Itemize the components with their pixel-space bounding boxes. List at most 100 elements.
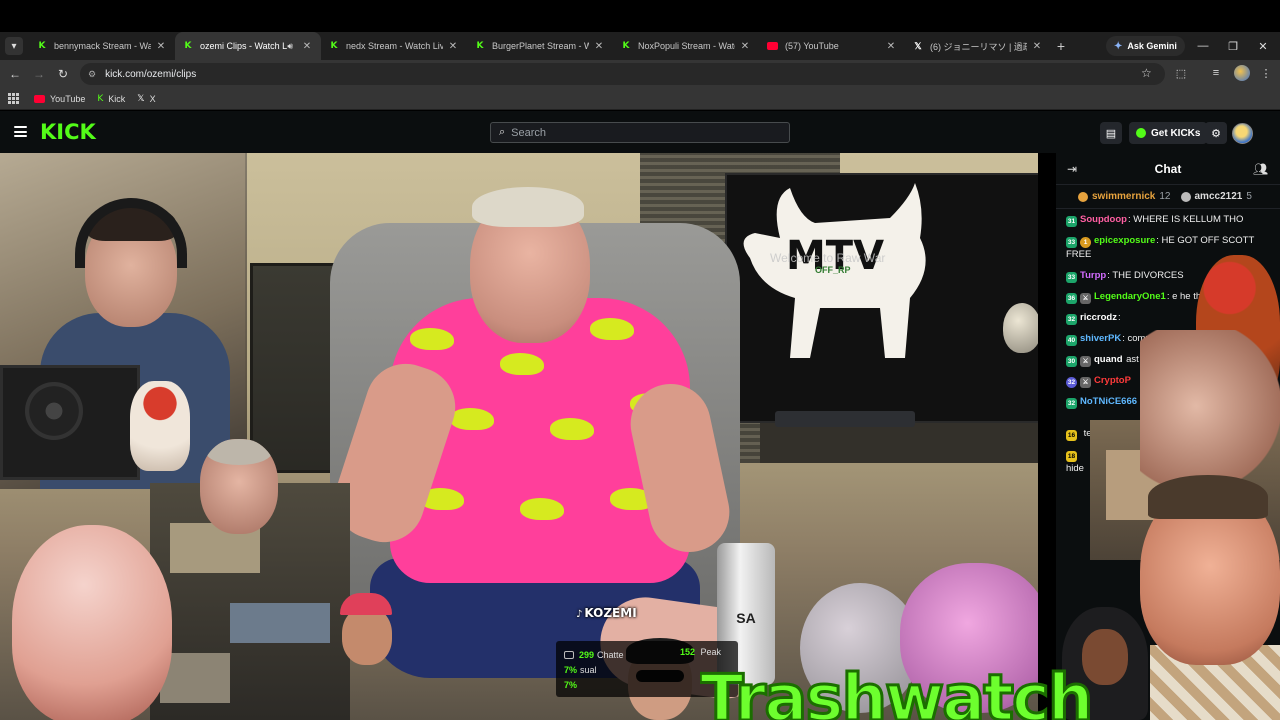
browse-layout-icon[interactable]: ▤ <box>1100 122 1122 144</box>
close-tab-icon[interactable]: ✕ <box>301 41 313 52</box>
kick-logo[interactable]: KICK <box>40 120 96 144</box>
chat-username[interactable]: NoTNiCE666 <box>1080 396 1137 407</box>
maximize-icon[interactable]: ❐ <box>1218 32 1248 60</box>
bookmark-youtube[interactable]: YouTube <box>34 94 85 104</box>
bald-man-overlay <box>12 525 172 720</box>
chat-title: Chat <box>1154 161 1182 176</box>
tab-ozemi-clips[interactable]: K ozemi Clips - Watch Live 🔊︎ ✕ <box>175 32 321 60</box>
user-avatar[interactable] <box>1232 123 1253 144</box>
kick-favicon-icon: K <box>476 41 484 51</box>
kick-favicon-icon: K <box>97 93 104 104</box>
bookmark-x[interactable]: 𝕏 X <box>137 93 155 104</box>
chat-username[interactable]: Turpp <box>1080 270 1106 281</box>
bookmark-label: X <box>149 93 156 104</box>
chat-bubble-icon <box>564 650 574 659</box>
leaderboard-count: 5 <box>1246 191 1252 202</box>
moderator-badge-icon: ⚔ <box>1080 293 1091 304</box>
close-tab-icon[interactable]: ✕ <box>155 41 167 52</box>
close-tab-icon[interactable]: ✕ <box>447 41 459 52</box>
chat-username[interactable]: riccrodz <box>1080 312 1117 323</box>
headphones-icon <box>75 198 187 268</box>
close-tab-icon[interactable]: ✕ <box>593 41 605 52</box>
peak-value: 152 <box>680 647 696 657</box>
old-man-overlay <box>200 439 278 534</box>
chat-username[interactable]: Soupdoop <box>1080 214 1127 225</box>
get-kicks-button[interactable]: Get KICKs <box>1129 122 1208 144</box>
close-tab-icon[interactable]: ✕ <box>885 41 897 52</box>
chat-username[interactable]: epicexposure <box>1094 235 1155 246</box>
address-bar[interactable]: ⚙ kick.com/ozemi/clips <box>80 63 1165 85</box>
reload-icon[interactable]: ↻ <box>51 67 75 81</box>
ask-gemini-button[interactable]: ✦ Ask Gemini <box>1106 36 1185 56</box>
video-player[interactable]: MTV Welcome to Raw War OFF_RP SA ♪ KOZEM… <box>0 153 1038 720</box>
kebab-menu-icon[interactable]: ⋮ <box>1258 65 1274 81</box>
hamburger-menu-icon[interactable] <box>14 126 27 137</box>
gifter-badge-icon: 1 <box>1080 237 1091 248</box>
bookmark-kick[interactable]: K Kick <box>97 94 125 104</box>
tab-burgerplanet[interactable]: K BurgerPlanet Stream - Watc ✕ <box>467 32 613 60</box>
tab-noxpopuli[interactable]: K NoxPopuli Stream - Watch ✕ <box>613 32 759 60</box>
forward-arrow-icon[interactable]: → <box>27 67 51 81</box>
sub-badge-icon: 31 <box>1066 216 1077 227</box>
chat-username[interactable]: CryptoP <box>1094 375 1131 386</box>
close-window-icon[interactable]: ✕ <box>1248 32 1278 60</box>
rooster-overlay <box>130 381 190 471</box>
extensions-icon[interactable]: ⬚ <box>1173 65 1189 81</box>
gemini-sparkle-icon: ✦ <box>1114 40 1123 52</box>
new-tab-button[interactable]: + <box>1051 38 1071 54</box>
collapse-chat-icon[interactable]: ⇥ <box>1067 162 1077 176</box>
desk <box>760 423 1038 463</box>
tab-bennymack[interactable]: K bennymack Stream - Watch ✕ <box>29 32 175 60</box>
monitor-tag: OFF_RP <box>815 265 851 275</box>
settings-gear-icon[interactable]: ⚙ <box>1205 122 1227 144</box>
microphone <box>1003 303 1038 353</box>
chat-users-icon[interactable]: 👥︎ <box>1253 162 1268 176</box>
sub-badge-icon: 30 <box>1066 356 1077 367</box>
site-info-icon[interactable]: ⚙ <box>88 69 96 80</box>
apps-grid-icon[interactable] <box>8 92 20 105</box>
chat-text: WHERE IS KELLUM THO <box>1133 214 1244 225</box>
tab-nedx[interactable]: K nedx Stream - Watch Live o ✕ <box>321 32 467 60</box>
tab-youtube[interactable]: (57) YouTube ✕ <box>759 32 905 60</box>
speaker-cabinet <box>0 365 140 480</box>
leaderboard-count: 12 <box>1159 191 1171 202</box>
chat-text: THE DIVORCES <box>1112 270 1184 281</box>
media-controls-icon[interactable]: ≡ <box>1208 65 1224 81</box>
speaker-icon[interactable]: 🔊︎ <box>287 41 293 52</box>
kick-favicon-icon: K <box>38 41 46 51</box>
tab-x[interactable]: 𝕏 (6) ジョニーリマソ | 過疎外国人 ✕ <box>905 32 1051 60</box>
sub-badge-icon: 32 <box>1066 314 1077 325</box>
bookmark-label: YouTube <box>50 93 86 104</box>
coin-icon <box>1078 191 1088 202</box>
bookmarks-bar: YouTube K Kick 𝕏 X <box>0 88 1280 110</box>
kick-header: KICK ⌕ Search ▤ Get KICKs ⚙ <box>0 111 1280 153</box>
close-tab-icon[interactable]: ✕ <box>739 41 751 52</box>
x-favicon-icon: 𝕏 <box>914 40 922 51</box>
chat-username[interactable]: LegendaryOne1 <box>1094 291 1166 302</box>
x-favicon-icon: 𝕏 <box>137 93 145 103</box>
bookmark-label: Kick <box>108 93 126 104</box>
moderator-badge-icon: ⚔ <box>1080 356 1091 367</box>
minimize-icon[interactable]: — <box>1188 32 1218 60</box>
moderator-badge-icon: ⚔ <box>1080 377 1091 388</box>
bookmark-star-icon[interactable]: ☆ <box>1141 66 1152 80</box>
search-input[interactable]: ⌕ Search <box>490 122 790 143</box>
tab-search-button[interactable]: ▾ <box>5 37 23 55</box>
back-arrow-icon[interactable]: ← <box>3 67 27 81</box>
chat-text: hide <box>1066 463 1084 474</box>
chat-username[interactable]: quand <box>1094 354 1123 365</box>
chat-username[interactable]: shiverPK <box>1080 333 1121 344</box>
tab-label: BurgerPlanet Stream - Watc <box>492 41 589 51</box>
url-text: kick.com/ozemi/clips <box>105 68 197 80</box>
monitor-caption: Welcome to Raw War <box>770 251 886 265</box>
stat-value: 7% <box>564 664 578 675</box>
kick-favicon-icon: K <box>622 41 630 51</box>
tab-strip: ▾ K bennymack Stream - Watch ✕ K ozemi C… <box>0 32 1280 60</box>
leaderboard-user[interactable]: amcc2121 <box>1195 191 1243 202</box>
profile-avatar-icon[interactable] <box>1234 65 1250 81</box>
chat-text: ast <box>1126 354 1139 365</box>
gift-leaderboard: swimmernick 12 amcc2121 5 <box>1056 185 1280 209</box>
close-tab-icon[interactable]: ✕ <box>1031 41 1043 52</box>
leaderboard-user[interactable]: swimmernick <box>1092 191 1155 202</box>
chat-header: Chat <box>1056 153 1280 185</box>
